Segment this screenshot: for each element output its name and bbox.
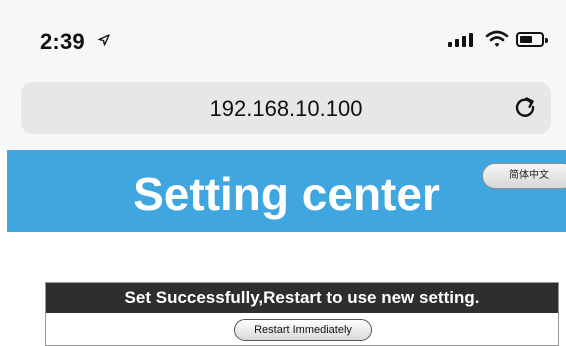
cellular-signal-icon — [448, 33, 473, 47]
restart-immediately-button[interactable]: Restart Immediately — [234, 319, 372, 341]
status-time: 2:39 — [40, 29, 85, 54]
success-message: Set Successfully,Restart to use new sett… — [46, 283, 558, 313]
url-text[interactable]: 192.168.10.100 — [21, 96, 551, 122]
language-button[interactable]: 简体中文 — [482, 163, 566, 189]
page: 2:39 192.168.10.100 Setting center 简体中文 … — [0, 0, 566, 346]
address-bar[interactable]: 192.168.10.100 — [21, 82, 551, 134]
page-header: Setting center 简体中文 — [7, 150, 566, 232]
reload-icon[interactable] — [512, 94, 538, 120]
location-arrow-icon — [98, 33, 110, 49]
battery-icon — [516, 32, 548, 47]
address-bar-area: 192.168.10.100 — [0, 80, 566, 150]
notice-box: Set Successfully,Restart to use new sett… — [45, 282, 559, 346]
wifi-icon — [485, 29, 509, 54]
status-bar: 2:39 — [0, 0, 566, 80]
